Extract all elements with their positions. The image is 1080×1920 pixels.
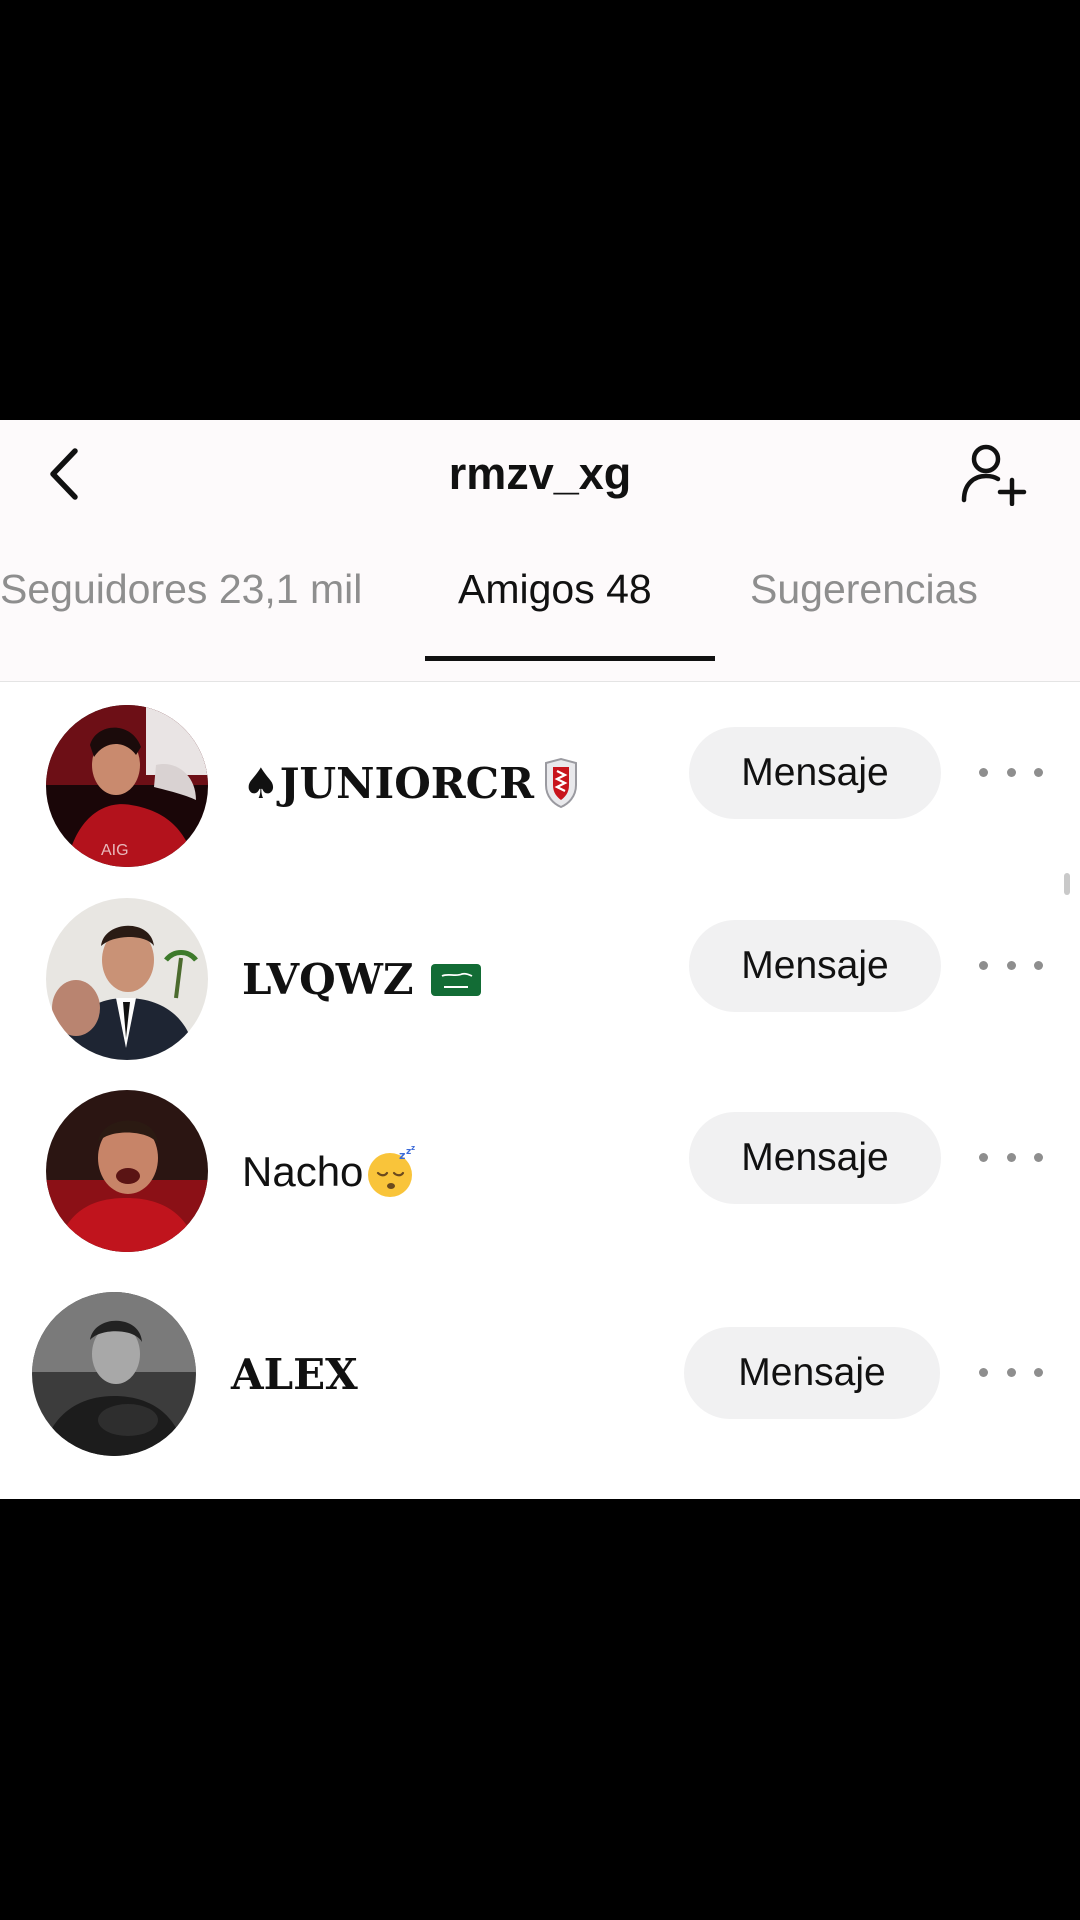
friend-name[interactable]: Nacho z z z bbox=[242, 1145, 419, 1199]
more-dot-icon bbox=[1006, 960, 1016, 970]
sleeping-face-icon: z z z bbox=[365, 1145, 419, 1199]
friends-screen: rmzv_xg Seguidores 23,1 mil Amigos 48 Su… bbox=[0, 420, 1080, 1499]
more-dot-icon bbox=[979, 1152, 988, 1162]
more-options-button[interactable] bbox=[979, 1137, 1043, 1177]
avatar[interactable] bbox=[46, 898, 208, 1060]
more-dot-icon bbox=[979, 960, 988, 970]
avatar[interactable]: AIG bbox=[46, 705, 208, 867]
more-dot-icon bbox=[1006, 767, 1016, 777]
saudi-flag-icon bbox=[430, 962, 482, 998]
more-dot-icon bbox=[1006, 1367, 1016, 1377]
more-options-button[interactable] bbox=[979, 1352, 1043, 1392]
avatar-photo bbox=[46, 898, 208, 1060]
friend-name[interactable]: ALEX bbox=[231, 1350, 358, 1399]
avatar[interactable] bbox=[46, 1090, 208, 1252]
active-tab-indicator bbox=[425, 656, 715, 661]
avatar-photo bbox=[46, 1090, 208, 1252]
page-title: rmzv_xg bbox=[448, 448, 632, 499]
message-button[interactable]: Mensaje bbox=[689, 727, 941, 819]
more-options-button[interactable] bbox=[979, 945, 1043, 985]
friend-name[interactable]: LVQWZ bbox=[242, 955, 482, 1004]
list-item[interactable]: Nacho z z z Mensaje bbox=[0, 1090, 1080, 1260]
list-item[interactable]: LVQWZ Mensaje bbox=[0, 898, 1080, 1068]
more-dot-icon bbox=[1034, 1367, 1043, 1377]
avatar-photo bbox=[32, 1292, 196, 1456]
scrollbar[interactable] bbox=[1064, 873, 1070, 895]
message-button[interactable]: Mensaje bbox=[684, 1327, 940, 1419]
tab-seguidores[interactable]: Seguidores 23,1 mil bbox=[0, 566, 362, 613]
more-dot-icon bbox=[1034, 960, 1043, 970]
friend-name[interactable]: ♠JUNIORCR bbox=[242, 757, 580, 809]
tab-bar: Seguidores 23,1 mil Amigos 48 Sugerencia… bbox=[0, 530, 1080, 682]
tab-amigos[interactable]: Amigos 48 bbox=[458, 566, 652, 613]
svg-text:z: z bbox=[411, 1145, 415, 1152]
letterbox-bottom bbox=[0, 1499, 1080, 1920]
header-bar: rmzv_xg bbox=[0, 420, 1080, 530]
tab-sugerencias[interactable]: Sugerencias bbox=[750, 566, 978, 613]
more-dot-icon bbox=[979, 1367, 988, 1377]
svg-text:AIG: AIG bbox=[101, 842, 129, 859]
list-item[interactable]: ALEX Mensaje bbox=[0, 1292, 1080, 1462]
list-item[interactable]: AIG ♠JUNIORCR Mensaje bbox=[0, 705, 1080, 875]
shield-icon bbox=[542, 757, 580, 809]
more-dot-icon bbox=[1006, 1152, 1016, 1162]
message-button[interactable]: Mensaje bbox=[689, 920, 941, 1012]
letterbox-top bbox=[0, 0, 1080, 420]
more-dot-icon bbox=[1034, 767, 1043, 777]
svg-text:z: z bbox=[399, 1149, 405, 1162]
add-friend-button[interactable] bbox=[958, 438, 1030, 510]
avatar[interactable] bbox=[32, 1292, 196, 1456]
more-dot-icon bbox=[1034, 1152, 1043, 1162]
avatar-photo: AIG bbox=[46, 705, 208, 867]
more-dot-icon bbox=[979, 767, 988, 777]
more-options-button[interactable] bbox=[979, 752, 1043, 792]
message-button[interactable]: Mensaje bbox=[689, 1112, 941, 1204]
add-user-icon bbox=[961, 444, 1027, 506]
